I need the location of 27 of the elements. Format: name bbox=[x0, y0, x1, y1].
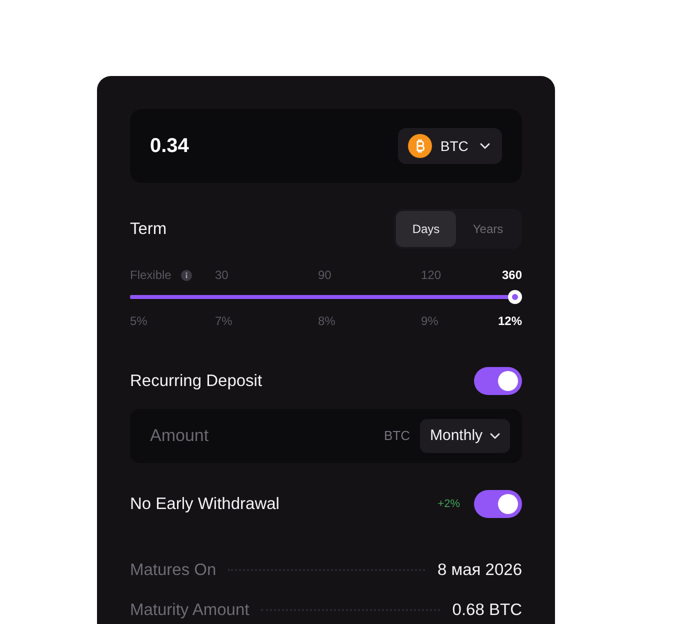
rate-label: 8% bbox=[318, 314, 336, 328]
unit-tab[interactable]: Days bbox=[396, 211, 456, 247]
rate-label: 9% bbox=[421, 314, 438, 328]
info-icon[interactable] bbox=[181, 270, 192, 280]
frequency-select[interactable]: Monthly bbox=[420, 419, 510, 453]
rate-label: 7% bbox=[215, 314, 232, 328]
rate-label: 12% bbox=[498, 314, 522, 328]
chevron-down-icon bbox=[490, 433, 500, 439]
summary-value: 8 мая 2026 bbox=[437, 560, 522, 581]
bonus-rate: +2% bbox=[438, 496, 460, 512]
coin-icon bbox=[408, 134, 432, 158]
slider-thumb[interactable] bbox=[508, 290, 522, 304]
summary-value: 0.68 BTC bbox=[452, 600, 522, 621]
rate-label: 5% bbox=[130, 314, 148, 328]
currency-select[interactable]: BTC bbox=[398, 128, 502, 164]
toggle-switch[interactable] bbox=[474, 490, 522, 518]
stop-label[interactable]: 360 bbox=[502, 268, 522, 282]
recurring-amount-field[interactable]: Amount BTC Monthly bbox=[130, 409, 522, 463]
option-label: Recurring Deposit bbox=[130, 370, 262, 392]
toggle-switch[interactable] bbox=[474, 367, 522, 395]
term-label: Term bbox=[130, 218, 167, 240]
currency-label: BTC bbox=[384, 427, 410, 446]
summary-label: Maturity Amount bbox=[130, 600, 250, 621]
chevron-down-icon bbox=[480, 143, 490, 149]
summary-label: Matures On bbox=[130, 560, 216, 581]
option-label: No Early Withdrawal bbox=[130, 494, 280, 515]
amount-field[interactable]: 0.34 BTC bbox=[130, 109, 522, 183]
